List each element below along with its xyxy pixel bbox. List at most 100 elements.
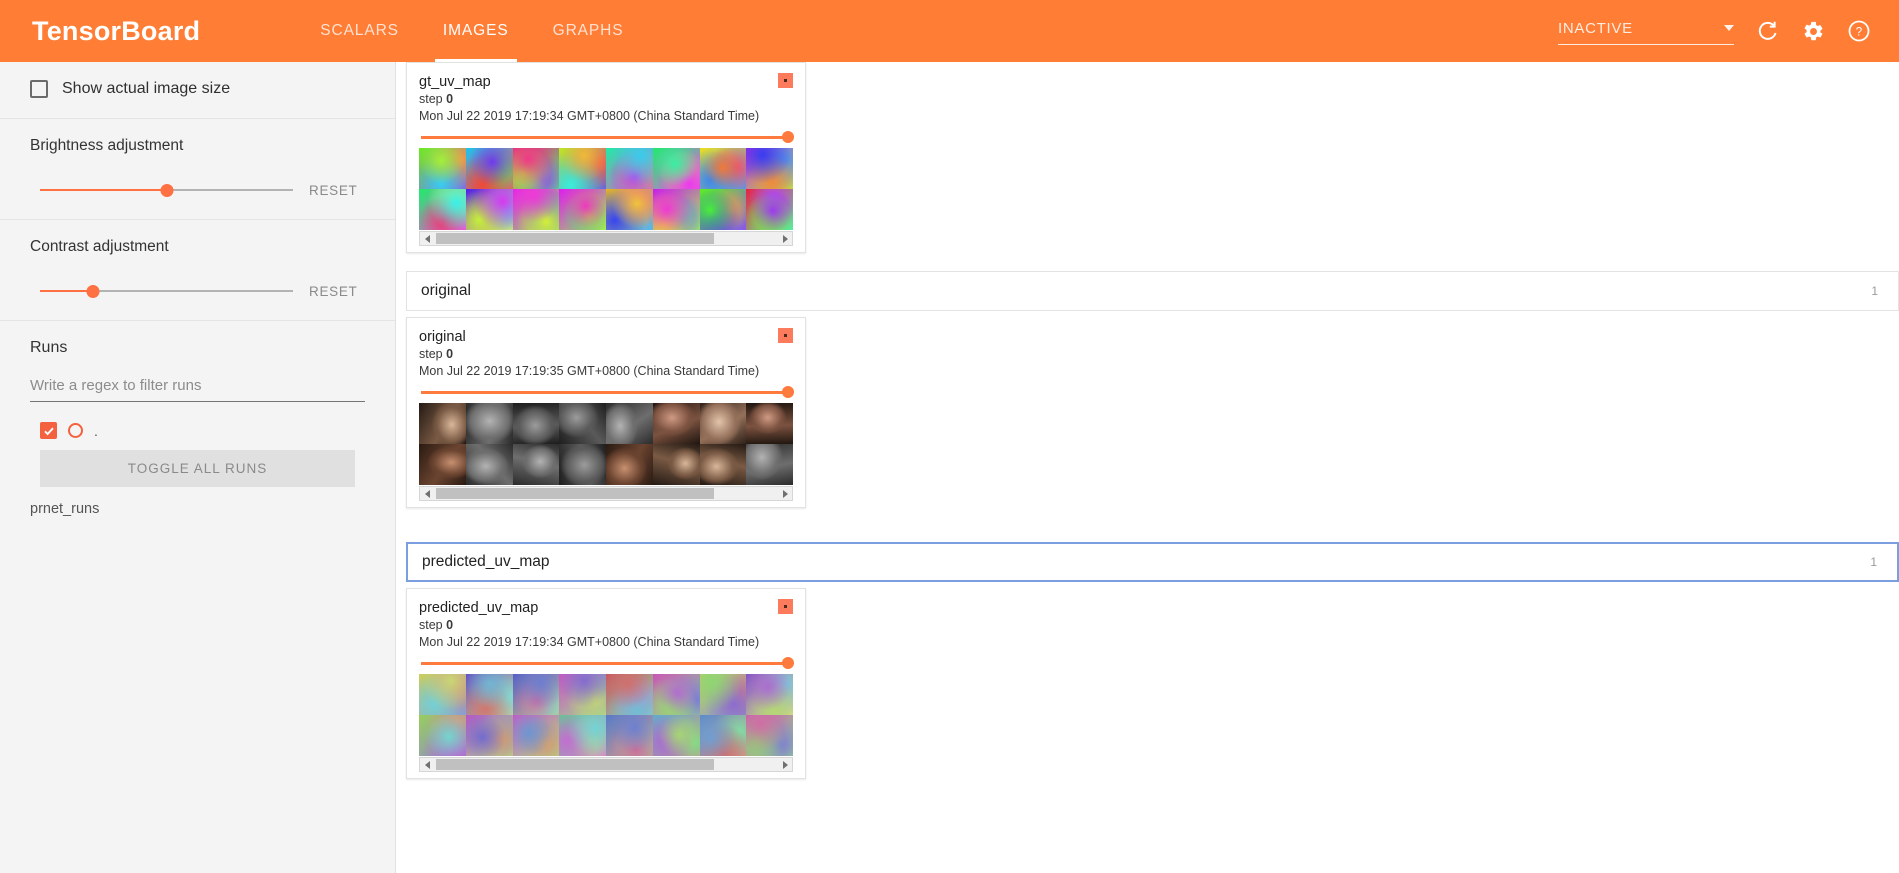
refresh-icon[interactable] — [1756, 19, 1780, 43]
pin-card-button[interactable] — [778, 73, 793, 88]
image-grid — [419, 148, 793, 231]
card-step-text: step — [419, 92, 443, 107]
scroll-right-arrow-icon[interactable] — [778, 758, 792, 771]
show-actual-image-size-toggle[interactable]: Show actual image size — [30, 80, 365, 98]
step-slider-thumb[interactable] — [782, 386, 794, 399]
tab-graphs-label: GRAPHS — [552, 22, 624, 39]
section-header-original[interactable]: original 1 — [406, 271, 1899, 312]
image-thumbnail — [559, 148, 606, 190]
card-tag-label: predicted_uv_map — [419, 600, 539, 617]
step-slider-gt-uv-map[interactable] — [421, 131, 794, 145]
image-thumbnail — [465, 674, 513, 716]
tab-images-label: IMAGES — [442, 22, 509, 39]
image-thumbnail — [606, 189, 653, 231]
scroll-left-arrow-icon[interactable] — [420, 232, 434, 245]
image-thumbnail — [512, 715, 560, 757]
image-thumbnail — [746, 403, 793, 445]
scroll-left-arrow-icon[interactable] — [420, 487, 434, 500]
contrast-label: Contrast adjustment — [30, 238, 169, 255]
card-tag-label: original — [419, 329, 466, 346]
runs-heading: Runs — [30, 339, 68, 356]
tab-graphs[interactable]: GRAPHS — [531, 0, 646, 62]
run-selector-label: . — [94, 422, 98, 439]
image-thumbnail — [699, 715, 747, 757]
brightness-label: Brightness adjustment — [30, 137, 184, 154]
contrast-track-fill — [40, 290, 94, 292]
step-slider-thumb[interactable] — [782, 657, 794, 670]
image-grid — [419, 403, 793, 486]
image-thumbnail — [652, 444, 700, 486]
pin-card-button[interactable] — [778, 328, 793, 344]
card-header-gt-uv-map: gt_uv_map step 0 Mon Jul 22 2019 17:19:3… — [419, 73, 793, 123]
contrast-reset-button[interactable]: RESET — [309, 284, 365, 299]
brightness-slider-row: RESET — [30, 181, 365, 199]
brightness-track-fill — [40, 189, 167, 191]
image-thumbnail — [559, 715, 606, 757]
help-icon[interactable]: ? — [1847, 19, 1871, 43]
reload-status-dropdown[interactable]: INACTIVE — [1558, 18, 1734, 45]
tab-scalars-label: SCALARS — [320, 22, 399, 39]
image-thumbnail — [419, 444, 466, 486]
image-thumbnail — [559, 403, 606, 445]
scroll-right-arrow-icon[interactable] — [778, 232, 792, 245]
card-timestamp: Mon Jul 22 2019 17:19:34 GMT+0800 (China… — [419, 109, 760, 124]
brightness-reset-button[interactable]: RESET — [309, 183, 365, 198]
image-thumbnail — [606, 674, 653, 716]
scroll-right-arrow-icon[interactable] — [778, 487, 792, 500]
image-thumbnail — [512, 444, 560, 486]
runs-filter-input[interactable] — [30, 375, 365, 402]
image-thumbnail — [652, 189, 700, 231]
images-dashboard: gt_uv_map step 0 Mon Jul 22 2019 17:19:3… — [396, 62, 1899, 873]
image-thumbnail — [512, 674, 560, 716]
image-thumbnail — [465, 189, 513, 231]
image-card-predicted-uv-map: predicted_uv_map step 0 Mon Jul 22 2019 … — [406, 588, 806, 780]
image-thumbnail — [606, 715, 653, 757]
checkbox-unchecked-icon[interactable] — [30, 80, 48, 98]
app-header: TensorBoard SCALARS IMAGES GRAPHS INACTI… — [0, 0, 1899, 62]
card-block-gt-uv-map: gt_uv_map step 0 Mon Jul 22 2019 17:19:3… — [396, 62, 1899, 254]
brightness-slider-thumb[interactable] — [160, 184, 173, 197]
image-thumbnail — [419, 148, 466, 190]
section-header-predicted-uv-map[interactable]: predicted_uv_map 1 — [406, 542, 1899, 583]
step-slider-track — [421, 136, 791, 140]
tab-scalars[interactable]: SCALARS — [298, 0, 421, 62]
image-thumbnail — [465, 715, 513, 757]
scrollbar-thumb[interactable] — [436, 488, 714, 500]
contrast-slider-thumb[interactable] — [86, 285, 100, 298]
horizontal-scrollbar-gt-uv-map[interactable] — [419, 231, 793, 247]
scrollbar-thumb[interactable] — [436, 233, 714, 245]
run-name-prnet-runs[interactable]: prnet_runs — [30, 501, 365, 517]
gear-icon[interactable] — [1802, 20, 1825, 43]
contrast-slider-row: RESET — [30, 282, 365, 300]
toggle-all-runs-button[interactable]: TOGGLE ALL RUNS — [40, 450, 355, 487]
run-color-circle-icon[interactable] — [68, 423, 83, 438]
pin-card-button[interactable] — [778, 599, 793, 615]
step-slider-thumb[interactable] — [782, 131, 794, 144]
card-timestamp: Mon Jul 22 2019 17:19:34 GMT+0800 (China… — [419, 635, 760, 650]
step-slider-predicted-uv-map[interactable] — [421, 657, 794, 671]
image-thumbnail — [465, 148, 513, 190]
contrast-slider[interactable] — [40, 282, 293, 300]
horizontal-scrollbar-original[interactable] — [419, 486, 793, 502]
run-checkbox-checked-icon[interactable] — [40, 422, 57, 439]
chevron-down-icon — [1724, 25, 1734, 31]
image-thumbnail — [746, 444, 793, 486]
image-thumbnail — [606, 148, 653, 190]
image-viewport-original — [419, 403, 793, 486]
horizontal-scrollbar-predicted-uv-map[interactable] — [419, 757, 793, 773]
app-body: Show actual image size Brightness adjust… — [0, 62, 1899, 873]
card-timestamp: Mon Jul 22 2019 17:19:35 GMT+0800 (China… — [419, 364, 760, 379]
image-thumbnail — [419, 715, 466, 757]
scroll-left-arrow-icon[interactable] — [420, 758, 434, 771]
image-thumbnail — [512, 148, 560, 190]
step-slider-original[interactable] — [421, 386, 794, 400]
image-thumbnail — [652, 403, 700, 445]
brightness-slider[interactable] — [40, 181, 293, 199]
image-card-original: original step 0 Mon Jul 22 2019 17:19:35… — [406, 317, 806, 509]
image-thumbnail — [746, 189, 793, 231]
tab-images[interactable]: IMAGES — [421, 0, 531, 62]
image-thumbnail — [512, 403, 560, 445]
scrollbar-thumb[interactable] — [436, 759, 714, 771]
card-header-predicted-uv-map: predicted_uv_map step 0 Mon Jul 22 2019 … — [419, 599, 793, 649]
